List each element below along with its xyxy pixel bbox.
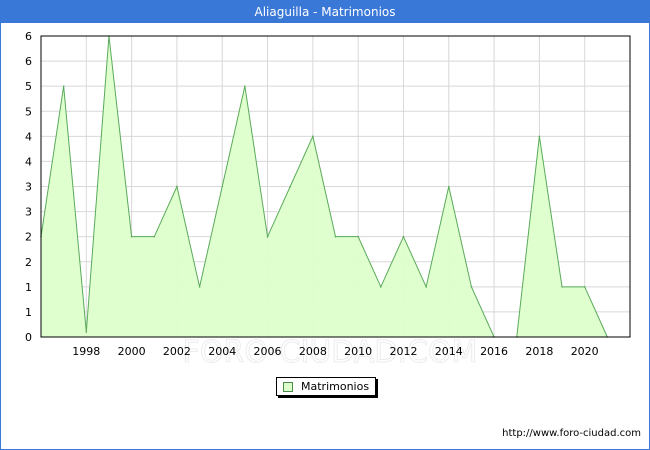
- data-point: [198, 286, 201, 288]
- x-tick-label: 2004: [208, 345, 236, 358]
- data-point: [244, 85, 246, 87]
- x-tick-label: 2020: [571, 345, 599, 358]
- y-tick-label: 6: [25, 30, 32, 43]
- data-point: [380, 286, 382, 288]
- data-point: [153, 235, 156, 238]
- data-point: [62, 85, 65, 87]
- data-point: [289, 185, 291, 188]
- y-tick-label: 3: [25, 206, 32, 219]
- y-tick-label: 4: [25, 130, 32, 143]
- data-point: [312, 135, 314, 138]
- legend-label: Matrimonios: [301, 380, 370, 393]
- data-point: [447, 185, 450, 188]
- data-point: [470, 286, 473, 288]
- data-point: [334, 235, 337, 238]
- x-tick-label: 2018: [525, 345, 553, 358]
- y-tick-label: 1: [25, 281, 32, 294]
- x-tick-label: 2016: [480, 345, 508, 358]
- x-tick-label: 2008: [299, 345, 327, 358]
- legend-swatch: [283, 381, 293, 392]
- x-tick-label: 1998: [72, 345, 100, 358]
- data-point: [266, 235, 269, 238]
- y-tick-label: 2: [25, 231, 32, 244]
- y-tick-label: 6: [25, 55, 32, 68]
- data-point: [561, 286, 563, 288]
- y-tick-label: 0: [25, 331, 32, 344]
- data-point: [85, 331, 88, 333]
- y-tick-label: 5: [25, 105, 32, 118]
- x-tick-label: 2000: [118, 345, 146, 358]
- y-tick-label: 2: [25, 256, 32, 269]
- y-tick-label: 4: [25, 155, 32, 168]
- x-tick-label: 2014: [435, 345, 463, 358]
- legend: Matrimonios: [276, 377, 377, 396]
- x-tick-label: 2006: [254, 345, 282, 358]
- data-point: [425, 286, 427, 288]
- y-tick-label: 5: [25, 80, 32, 93]
- data-point: [130, 235, 133, 238]
- data-point: [402, 235, 405, 238]
- data-point: [176, 185, 178, 188]
- x-tick-label: 2002: [163, 345, 191, 358]
- data-point: [538, 135, 541, 138]
- x-tick-label: 2012: [389, 345, 417, 358]
- y-tick-label: 3: [25, 181, 32, 194]
- y-tick-label: 1: [25, 306, 32, 319]
- data-point: [583, 286, 586, 288]
- source-link[interactable]: http://www.foro-ciudad.com: [502, 428, 641, 439]
- x-tick-label: 2010: [344, 345, 372, 358]
- data-point: [221, 185, 224, 188]
- data-point: [357, 235, 359, 238]
